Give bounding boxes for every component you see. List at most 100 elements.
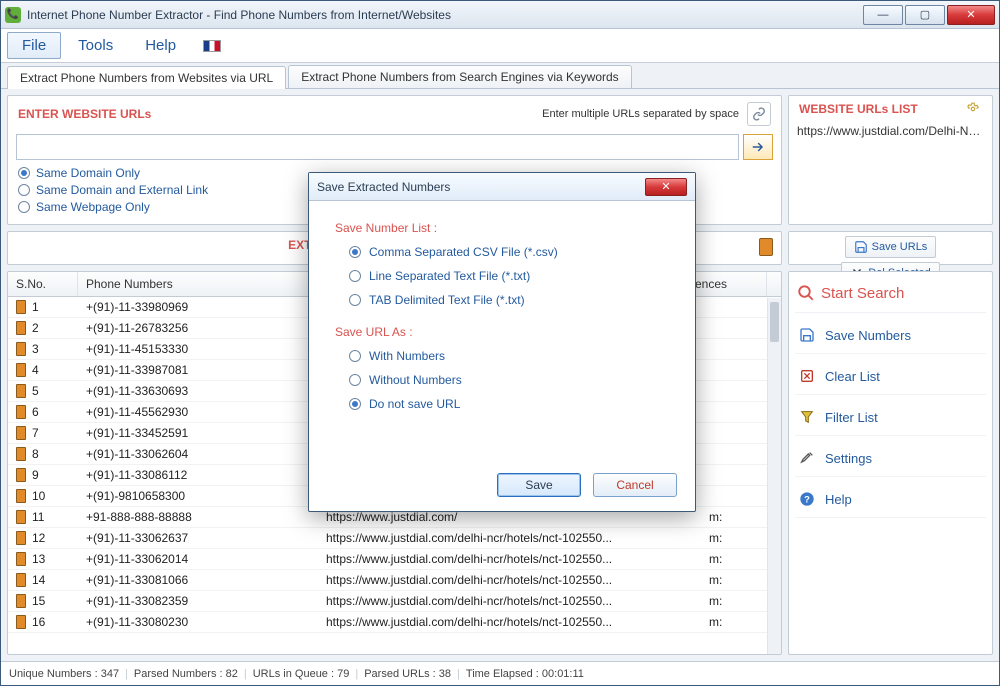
settings-label: Settings	[825, 451, 872, 466]
vertical-scrollbar[interactable]	[767, 298, 781, 654]
dialog-save-button[interactable]: Save	[497, 473, 581, 497]
save-urls-label: Save URLs	[872, 241, 928, 253]
phone-icon	[16, 573, 26, 587]
radio-icon	[349, 246, 361, 258]
radio-external-label: Same Domain and External Link	[36, 183, 208, 197]
window-title: Internet Phone Number Extractor - Find P…	[27, 8, 861, 22]
menu-file[interactable]: File	[7, 32, 61, 59]
tabstrip: Extract Phone Numbers from Websites via …	[1, 63, 999, 89]
statusbar: Unique Numbers : 347| Parsed Numbers : 8…	[1, 661, 999, 685]
enter-urls-title: ENTER WEBSITE URLs	[18, 107, 151, 121]
settings-icon	[799, 450, 815, 466]
dialog-buttons: Save Cancel	[309, 467, 695, 511]
enter-urls-header: ENTER WEBSITE URLs Enter multiple URLs s…	[8, 96, 781, 130]
phone-icon	[16, 531, 26, 545]
clear-list-button[interactable]: Clear List	[795, 358, 986, 395]
svg-text:?: ?	[804, 494, 810, 504]
save-urls-button[interactable]: Save URLs	[845, 236, 937, 258]
radio-no-url[interactable]: Do not save URL	[349, 397, 669, 411]
radio-icon	[349, 270, 361, 282]
dialog-titlebar[interactable]: Save Extracted Numbers ✕	[309, 173, 695, 201]
tab-url[interactable]: Extract Phone Numbers from Websites via …	[7, 66, 286, 89]
radio-icon	[18, 201, 30, 213]
titlebar: 📞 Internet Phone Number Extractor - Find…	[1, 1, 999, 29]
url-list-item[interactable]: https://www.justdial.com/Delhi-NCR/hotel…	[797, 124, 984, 138]
dialog-cancel-button[interactable]: Cancel	[593, 473, 677, 497]
language-flag-icon[interactable]	[203, 40, 221, 52]
menu-tools[interactable]: Tools	[63, 32, 128, 59]
help-button[interactable]: ? Help	[795, 481, 986, 518]
section-save-url: Save URL As :	[335, 325, 669, 339]
radio-icon	[349, 374, 361, 386]
filter-icon	[799, 409, 815, 425]
radio-with-numbers-label: With Numbers	[369, 349, 445, 363]
menu-help[interactable]: Help	[130, 32, 191, 59]
filter-list-button[interactable]: Filter List	[795, 399, 986, 436]
phone-icon	[16, 489, 26, 503]
table-row[interactable]: 15+(91)-11-33082359https://www.justdial.…	[8, 591, 781, 612]
col-phone[interactable]: Phone Numbers	[78, 272, 318, 296]
url-input-row	[8, 130, 781, 164]
arrow-right-icon	[750, 140, 766, 154]
col-occ[interactable]: ences	[687, 272, 767, 296]
radio-icon	[18, 167, 30, 179]
gear-icon[interactable]	[964, 102, 982, 116]
save-numbers-button[interactable]: Save Numbers	[795, 317, 986, 354]
link-icon[interactable]	[747, 102, 771, 126]
status-queue: URLs in Queue : 79	[253, 668, 350, 680]
close-button[interactable]: ✕	[947, 5, 995, 25]
phone-icon	[16, 426, 26, 440]
radio-line-txt[interactable]: Line Separated Text File (*.txt)	[349, 269, 669, 283]
app-icon: 📞	[5, 7, 21, 23]
window-buttons: — ▢ ✕	[861, 5, 995, 25]
minimize-button[interactable]: —	[863, 5, 903, 25]
radio-line-label: Line Separated Text File (*.txt)	[369, 269, 530, 283]
save-icon	[854, 240, 868, 254]
maximize-button[interactable]: ▢	[905, 5, 945, 25]
url-actions-panel: Save URLs Del Selected Empty	[788, 231, 993, 265]
section-save-number: Save Number List :	[335, 221, 669, 235]
radio-no-url-label: Do not save URL	[369, 397, 460, 411]
dialog-body: Save Number List : Comma Separated CSV F…	[309, 201, 695, 467]
phone-icon	[16, 468, 26, 482]
phone-icon	[16, 342, 26, 356]
dialog-title: Save Extracted Numbers	[317, 180, 645, 194]
menubar: File Tools Help	[1, 29, 999, 63]
radio-same-domain-label: Same Domain Only	[36, 166, 140, 180]
sidebar: Start Search Save Numbers Clear List Fil…	[788, 271, 993, 655]
table-row[interactable]: 12+(91)-11-33062637https://www.justdial.…	[8, 528, 781, 549]
status-unique: Unique Numbers : 347	[9, 668, 119, 680]
phone-icon	[16, 300, 26, 314]
phone-icon	[16, 321, 26, 335]
radio-csv-label: Comma Separated CSV File (*.csv)	[369, 245, 558, 259]
radio-icon	[349, 398, 361, 410]
go-button[interactable]	[743, 134, 773, 160]
start-search-button[interactable]: Start Search	[795, 278, 986, 313]
radio-without-numbers[interactable]: Without Numbers	[349, 373, 669, 387]
radio-same-page-label: Same Webpage Only	[36, 200, 150, 214]
radio-icon	[349, 294, 361, 306]
dialog-close-button[interactable]: ✕	[645, 178, 687, 196]
phone-icon	[16, 447, 26, 461]
radio-tab-txt[interactable]: TAB Delimited Text File (*.txt)	[349, 293, 669, 307]
radio-icon	[349, 350, 361, 362]
radio-with-numbers[interactable]: With Numbers	[349, 349, 669, 363]
table-row[interactable]: 14+(91)-11-33081066https://www.justdial.…	[8, 570, 781, 591]
url-list-header: WEBSITE URLs LIST	[789, 96, 992, 120]
table-row[interactable]: 13+(91)-11-33062014https://www.justdial.…	[8, 549, 781, 570]
settings-button[interactable]: Settings	[795, 440, 986, 477]
phone-icon	[16, 363, 26, 377]
url-input[interactable]	[16, 134, 739, 160]
radio-csv[interactable]: Comma Separated CSV File (*.csv)	[349, 245, 669, 259]
col-sn[interactable]: S.No.	[8, 272, 78, 296]
url-list-body: https://www.justdial.com/Delhi-NCR/hotel…	[789, 120, 992, 224]
status-parsed-urls: Parsed URLs : 38	[364, 668, 451, 680]
url-list-panel: WEBSITE URLs LIST https://www.justdial.c…	[788, 95, 993, 225]
table-row[interactable]: 16+(91)-11-33080230https://www.justdial.…	[8, 612, 781, 633]
phone-icon	[16, 615, 26, 629]
status-parsed: Parsed Numbers : 82	[134, 668, 238, 680]
scrollbar-thumb[interactable]	[770, 302, 779, 342]
help-label: Help	[825, 492, 852, 507]
tab-keywords[interactable]: Extract Phone Numbers from Search Engine…	[288, 65, 631, 88]
clear-icon	[799, 368, 815, 384]
